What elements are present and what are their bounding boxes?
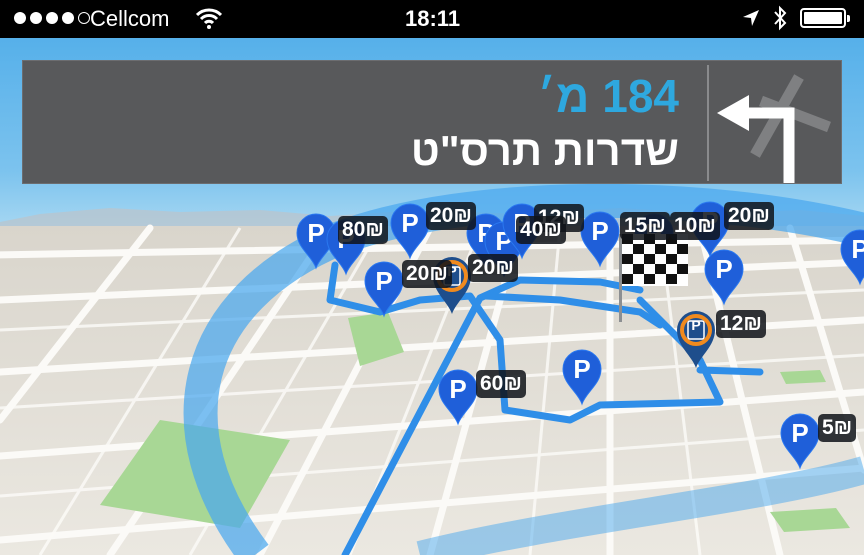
parking-pin-label: P [375, 266, 393, 296]
banner-divider [707, 65, 709, 181]
distance-to-turn: 184 מ׳ [537, 70, 679, 122]
destination-flag-icon[interactable] [618, 230, 692, 327]
next-street-name: שדרות תרס"ט [410, 127, 679, 174]
parking-price-tag: 20₪ [426, 202, 476, 230]
parking-pin-label: P [715, 254, 733, 284]
parking-pin[interactable]: P [838, 228, 864, 286]
turn-left-arrow-icon [713, 63, 837, 188]
parking-pin[interactable]: P [560, 348, 604, 406]
parking-pin-label: P [851, 234, 864, 264]
parking-price-tag: 12₪ [716, 310, 766, 338]
parking-pin[interactable]: P [362, 260, 406, 318]
navigation-instruction-banner[interactable]: 184 מ׳ שדרות תרס"ט [22, 60, 842, 184]
parking-price-tag: 15₪ [620, 212, 670, 240]
parking-price-tag: 20₪ [724, 202, 774, 230]
parking-price-tag: 5₪ [818, 414, 857, 442]
parking-pin[interactable]: P [702, 248, 746, 306]
parking-pin[interactable]: P [578, 210, 622, 268]
parking-pin-label: P [791, 418, 809, 448]
parking-pin-label: P [449, 374, 467, 404]
parking-pin[interactable]: P [778, 412, 822, 470]
parking-price-tag: 10₪ [670, 212, 720, 240]
parking-price-tag: 20₪ [468, 254, 518, 282]
parking-price-tag: 60₪ [476, 370, 526, 398]
parking-pin[interactable]: P [436, 368, 480, 426]
parking-price-tag: 40₪ [516, 216, 566, 244]
parking-price-tag: 20₪ [402, 260, 452, 288]
parking-pin-label: P [591, 216, 609, 246]
parking-price-tag: 80₪ [338, 216, 388, 244]
parking-pin-label: P [573, 354, 591, 384]
